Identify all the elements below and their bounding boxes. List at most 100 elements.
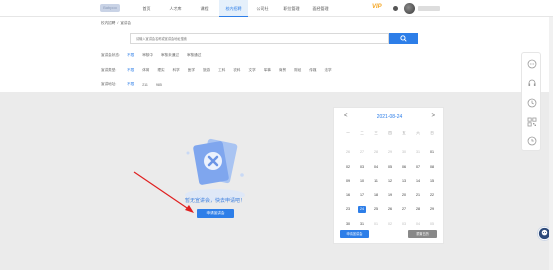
calendar-day-number: 04 xyxy=(374,164,378,169)
nav-item[interactable]: 校内招聘 xyxy=(219,0,248,17)
filter-option[interactable]: 法学 xyxy=(324,68,331,73)
calendar-day[interactable]: 27 xyxy=(355,145,369,159)
calendar-day[interactable]: 03 xyxy=(355,160,369,174)
vip-badge[interactable]: VIP xyxy=(372,4,382,10)
calendar-day[interactable]: 12 xyxy=(383,174,397,188)
filter-option[interactable]: 文学 xyxy=(249,68,256,73)
filter-option[interactable]: 审核未通过 xyxy=(161,53,179,58)
calendar-day[interactable]: 31 xyxy=(355,217,369,231)
filter-option[interactable]: 不限 xyxy=(127,53,134,58)
nav-item[interactable]: 职位管理 xyxy=(277,0,306,17)
calendar-day[interactable]: 05 xyxy=(425,217,439,231)
calendar-day[interactable]: 18 xyxy=(369,188,383,202)
avatar[interactable] xyxy=(404,3,415,14)
nav-item[interactable]: 课程 xyxy=(190,0,219,17)
calendar-day[interactable]: 02 xyxy=(341,160,355,174)
calendar-day[interactable]: 16 xyxy=(341,188,355,202)
search-icon xyxy=(400,35,407,42)
calendar-day[interactable]: 22 xyxy=(425,188,439,202)
filter-option[interactable]: 理实 xyxy=(157,68,164,73)
calendar-day[interactable]: 09 xyxy=(341,174,355,188)
filter-option[interactable]: 工科 xyxy=(218,68,225,73)
calendar-day-number: 27 xyxy=(402,207,406,212)
search-input[interactable] xyxy=(131,34,388,43)
calendar-day[interactable]: 21 xyxy=(411,188,425,202)
calendar-title: 2021-08-24 xyxy=(376,114,403,120)
calendar-day[interactable]: 01 xyxy=(425,145,439,159)
calendar-day[interactable]: 26 xyxy=(341,145,355,159)
calendar-day[interactable]: 20 xyxy=(397,188,411,202)
filter-option[interactable]: 审核通过 xyxy=(187,53,201,58)
calendar-day[interactable]: 08 xyxy=(425,160,439,174)
headset-icon[interactable] xyxy=(527,78,537,88)
filter-option[interactable]: 传媒 xyxy=(309,68,316,73)
calendar-day[interactable]: 19 xyxy=(383,188,397,202)
filter-option[interactable]: 不限 xyxy=(127,82,134,87)
nav-item[interactable]: 公司社 xyxy=(248,0,277,17)
filter-option[interactable]: 医学 xyxy=(188,68,195,73)
calendar-day[interactable]: 29 xyxy=(383,145,397,159)
calendar-day[interactable]: 30 xyxy=(341,217,355,231)
calendar-apply-button[interactable]: 申请宣讲会 xyxy=(340,230,369,238)
calendar-day[interactable]: 07 xyxy=(411,160,425,174)
calendar-day-number: 10 xyxy=(360,178,364,183)
filter-option[interactable]: 体育 xyxy=(142,68,149,73)
calendar-day[interactable]: 14 xyxy=(411,174,425,188)
clock-icon[interactable] xyxy=(527,136,537,146)
filter-option[interactable]: 211 xyxy=(142,83,148,87)
calendar-day-number: 29 xyxy=(388,150,392,155)
filter-option[interactable]: 军事 xyxy=(264,68,271,73)
calendar-day-selected[interactable]: 24 xyxy=(355,202,369,216)
calendar-day[interactable]: 26 xyxy=(383,202,397,216)
page-scrollbar[interactable] xyxy=(549,17,553,270)
filter-option[interactable]: 农科 xyxy=(233,68,240,73)
breadcrumb: 校内招聘 / 宣讲会 xyxy=(101,21,131,26)
calendar-day[interactable]: 28 xyxy=(369,145,383,159)
calendar-day[interactable]: 10 xyxy=(355,174,369,188)
calendar-day[interactable]: 02 xyxy=(383,217,397,231)
calendar-day[interactable]: 13 xyxy=(397,174,411,188)
next-month-button[interactable]: > xyxy=(431,113,435,119)
nav-item[interactable]: 人才库 xyxy=(161,0,190,17)
calendar-day-number: 28 xyxy=(416,207,420,212)
filter-option[interactable]: 科学 xyxy=(173,68,180,73)
calendar-day[interactable]: 25 xyxy=(369,202,383,216)
filter-option[interactable]: 商贸 xyxy=(279,68,286,73)
calendar-day[interactable]: 15 xyxy=(425,174,439,188)
chat-icon[interactable] xyxy=(527,59,537,69)
search-box xyxy=(130,33,389,44)
calendar-day[interactable]: 05 xyxy=(383,160,397,174)
calendar-day[interactable]: 11 xyxy=(369,174,383,188)
nav-item[interactable]: 面经管理 xyxy=(306,0,335,17)
calendar-day[interactable]: 28 xyxy=(411,202,425,216)
calendar-day[interactable]: 31 xyxy=(411,145,425,159)
calendar-day[interactable]: 23 xyxy=(341,202,355,216)
filter-option[interactable]: 985 xyxy=(156,83,162,87)
filter-option[interactable]: 审核中 xyxy=(142,53,153,58)
calendar-day[interactable]: 01 xyxy=(369,217,383,231)
user-name[interactable] xyxy=(418,6,440,11)
filter-option[interactable]: 财经 xyxy=(294,68,301,73)
history-icon[interactable] xyxy=(527,98,537,108)
calendar-day[interactable]: 29 xyxy=(425,202,439,216)
qrcode-icon[interactable] xyxy=(527,117,537,127)
apply-button[interactable]: 申请宣讲会 xyxy=(197,209,234,218)
calendar-day-number: 07 xyxy=(416,164,420,169)
calendar-day[interactable]: 03 xyxy=(397,217,411,231)
weekday-label: 六 xyxy=(416,131,420,135)
calendar-day[interactable]: 30 xyxy=(397,145,411,159)
calendar-day[interactable]: 06 xyxy=(397,160,411,174)
filter-option[interactable]: 旅游 xyxy=(203,68,210,73)
calendar-day[interactable]: 04 xyxy=(411,217,425,231)
calendar-reset-button[interactable]: 重置日历 xyxy=(408,230,437,238)
search-button[interactable] xyxy=(389,33,418,44)
logo[interactable]: Babpoo xyxy=(100,4,120,12)
calendar-day[interactable]: 04 xyxy=(369,160,383,174)
breadcrumb-item-campus[interactable]: 校内招聘 xyxy=(101,21,115,26)
filter-option[interactable]: 不限 xyxy=(127,68,134,73)
notification-icon[interactable] xyxy=(393,6,398,11)
calendar-day[interactable]: 17 xyxy=(355,188,369,202)
nav-item[interactable]: 首页 xyxy=(132,0,161,17)
breadcrumb-item-current: 宣讲会 xyxy=(120,21,132,25)
calendar-day[interactable]: 27 xyxy=(397,202,411,216)
